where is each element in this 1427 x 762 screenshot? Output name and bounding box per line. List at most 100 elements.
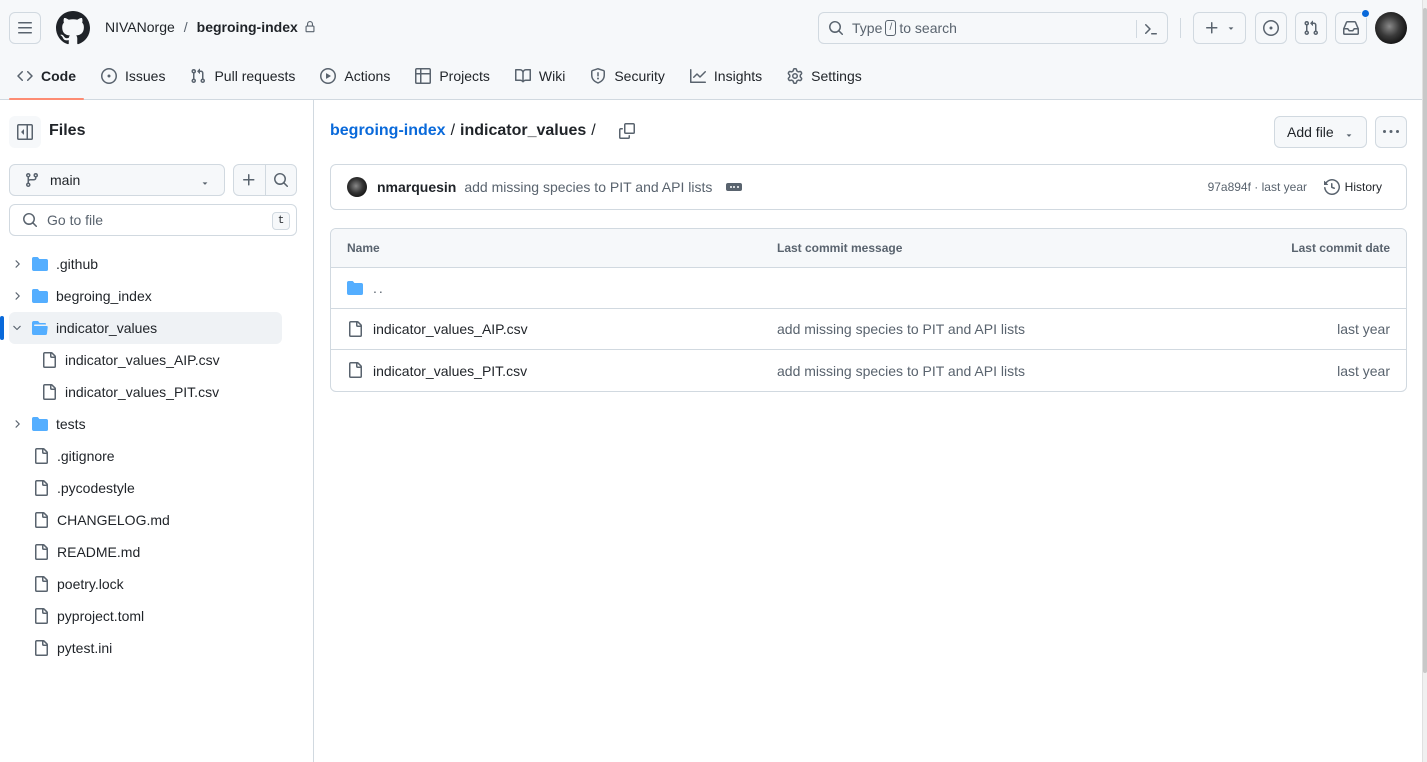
copy-path-button[interactable] xyxy=(618,123,635,139)
repo-name-link[interactable]: begroing-index xyxy=(197,19,298,35)
tab-settings[interactable]: Settings xyxy=(779,56,870,96)
folder-icon xyxy=(32,289,48,303)
tab-security[interactable]: Security xyxy=(582,56,673,96)
file-icon xyxy=(43,352,56,368)
tree-item-label: pytest.ini xyxy=(57,640,113,656)
file-name-link[interactable]: indicator_values_PIT.csv xyxy=(373,363,527,379)
expand-commit-message-button[interactable] xyxy=(726,183,743,191)
shield-icon xyxy=(591,68,606,84)
go-to-file-placeholder: Go to file xyxy=(47,212,104,228)
commit-message-link[interactable]: add missing species to PIT and API lists xyxy=(777,321,1025,337)
folder-icon xyxy=(32,417,48,431)
history-button[interactable]: History xyxy=(1323,179,1382,195)
column-header-message: Last commit message xyxy=(777,241,903,255)
tree-folder[interactable]: tests xyxy=(9,408,282,440)
tree-folder[interactable]: .github xyxy=(9,248,282,280)
tree-file[interactable]: README.md xyxy=(9,536,282,568)
user-avatar-button[interactable] xyxy=(1375,12,1407,44)
table-row: indicator_values_PIT.csv add missing spe… xyxy=(331,350,1406,391)
tab-insights[interactable]: Insights xyxy=(682,56,770,96)
tab-label: Issues xyxy=(125,68,166,84)
owner-link[interactable]: NIVANorge xyxy=(105,19,175,35)
tree-file[interactable]: poetry.lock xyxy=(9,568,282,600)
breadcrumb: begroing-index / indicator_values / xyxy=(330,122,635,140)
tab-wiki[interactable]: Wiki xyxy=(507,56,573,96)
search-files-button[interactable] xyxy=(266,165,297,195)
commit-author-link[interactable]: nmarquesin xyxy=(377,179,456,195)
notifications-button[interactable] xyxy=(1335,9,1370,44)
tree-item-label: tests xyxy=(56,416,86,432)
hamburger-icon xyxy=(18,22,32,34)
tab-label: Settings xyxy=(811,68,862,84)
chevron-down-icon[interactable] xyxy=(9,322,25,334)
chevron-right-icon[interactable] xyxy=(9,258,25,270)
branch-selector[interactable]: main xyxy=(9,164,225,196)
github-logo-link[interactable] xyxy=(56,11,90,45)
tree-file[interactable]: pyproject.toml xyxy=(9,600,282,632)
chevron-right-icon[interactable] xyxy=(9,290,25,302)
add-file-dropdown[interactable]: Add file xyxy=(1274,116,1367,148)
latest-commit-bar: nmarquesin add missing species to PIT an… xyxy=(330,164,1407,210)
file-name-link[interactable]: indicator_values_AIP.csv xyxy=(373,321,528,337)
tree-file[interactable]: indicator_values_AIP.csv xyxy=(9,344,282,376)
tree-item-label: pyproject.toml xyxy=(57,608,145,624)
breadcrumb-separator: / xyxy=(591,122,596,139)
inbox-icon xyxy=(1343,21,1359,35)
commit-date: last year xyxy=(1337,362,1390,379)
tab-issues[interactable]: Issues xyxy=(93,56,173,96)
tab-projects[interactable]: Projects xyxy=(407,56,498,96)
tab-code[interactable]: Code xyxy=(9,56,84,100)
tree-file[interactable]: pytest.ini xyxy=(9,632,282,664)
notification-indicator xyxy=(1361,9,1370,18)
caret-down-icon xyxy=(1228,27,1233,30)
caret-down-icon xyxy=(1346,134,1352,137)
history-label: History xyxy=(1344,180,1382,194)
commit-message-link[interactable]: add missing species to PIT and API lists xyxy=(464,179,712,195)
file-table-header: Name Last commit message Last commit dat… xyxy=(331,229,1406,268)
add-file-button[interactable] xyxy=(234,165,266,195)
issues-button[interactable] xyxy=(1255,12,1287,44)
file-icon xyxy=(349,362,362,378)
tree-file[interactable]: indicator_values_PIT.csv xyxy=(9,376,282,408)
tree-file[interactable]: CHANGELOG.md xyxy=(9,504,282,536)
create-new-button[interactable] xyxy=(1193,12,1246,44)
tree-folder-selected[interactable]: indicator_values xyxy=(0,312,282,344)
tree-file[interactable]: .pycodestyle xyxy=(9,472,282,504)
file-icon xyxy=(35,544,48,560)
breadcrumb-separator: / xyxy=(450,122,456,139)
global-search-input[interactable]: Type / to search xyxy=(818,12,1168,44)
page-scrollbar[interactable] xyxy=(1422,0,1427,762)
repo-nav-tabs: Code Issues Pull requests Actions Projec… xyxy=(9,56,879,100)
gear-icon xyxy=(787,68,803,84)
table-row: indicator_values_AIP.csv add missing spe… xyxy=(331,309,1406,350)
commit-author-avatar[interactable] xyxy=(347,177,367,197)
tab-actions[interactable]: Actions xyxy=(312,56,398,96)
tree-folder[interactable]: begroing_index xyxy=(9,280,282,312)
file-tree-sidebar: Files main Go to file t .github begroing… xyxy=(0,100,314,762)
go-to-file-input[interactable]: Go to file t xyxy=(9,204,297,236)
folder-icon xyxy=(32,257,48,271)
column-header-date: Last commit date xyxy=(1291,241,1390,255)
collapse-sidebar-button[interactable] xyxy=(9,116,41,148)
pull-request-icon xyxy=(1304,20,1319,36)
history-icon xyxy=(1323,179,1340,195)
commit-message-link[interactable]: add missing species to PIT and API lists xyxy=(777,363,1025,379)
breadcrumb-root-link[interactable]: begroing-index xyxy=(330,122,446,140)
tree-file[interactable]: .gitignore xyxy=(9,440,282,472)
tree-item-label: .pycodestyle xyxy=(57,480,135,496)
add-file-label: Add file xyxy=(1287,124,1334,140)
more-options-button[interactable] xyxy=(1375,116,1407,148)
parent-directory-row[interactable]: .. xyxy=(331,268,1406,309)
file-icon xyxy=(35,608,48,624)
file-icon xyxy=(35,448,48,464)
parent-directory-link[interactable]: .. xyxy=(373,280,385,296)
commit-sha-link[interactable]: 97a894f xyxy=(1208,180,1251,194)
command-palette-button[interactable] xyxy=(1143,21,1159,37)
pull-requests-button[interactable] xyxy=(1295,12,1327,44)
menu-button[interactable] xyxy=(9,12,41,44)
scrollbar-thumb[interactable] xyxy=(1423,8,1427,673)
tab-pull-requests[interactable]: Pull requests xyxy=(182,56,303,96)
commit-date: last year xyxy=(1337,321,1390,337)
chevron-right-icon[interactable] xyxy=(9,418,25,430)
file-icon xyxy=(35,576,48,592)
